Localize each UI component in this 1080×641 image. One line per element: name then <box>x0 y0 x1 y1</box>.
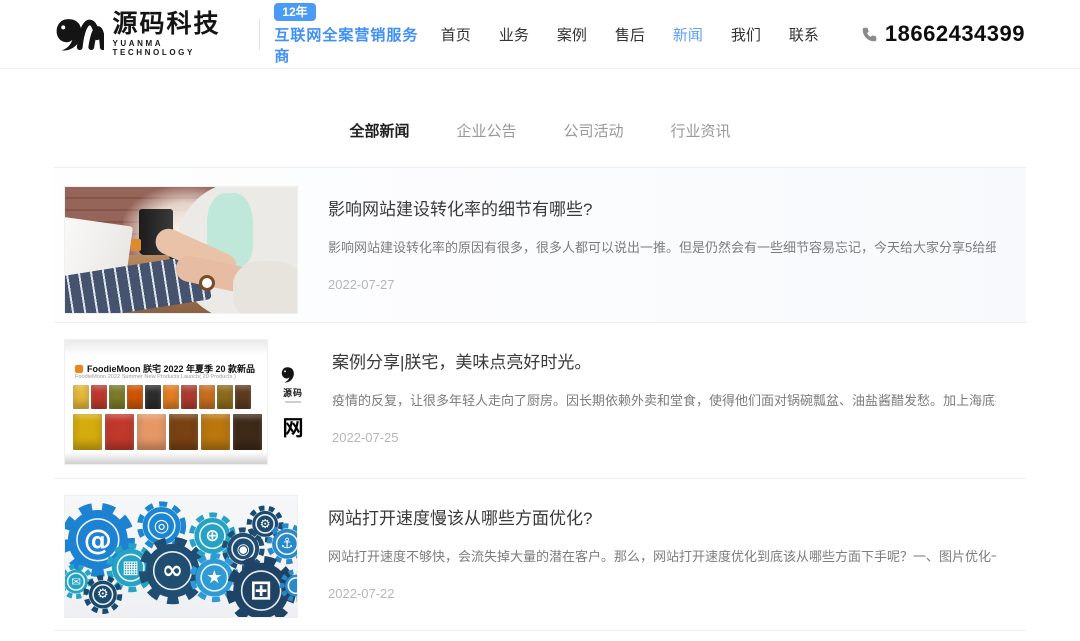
logo-text: 源码科技 YUANMA TECHNOLOGY <box>112 11 243 57</box>
news-list: 影响网站建设转化率的细节有哪些? 影响网站建设转化率的原因有很多，很多人都可以说… <box>54 167 1026 631</box>
phone-number[interactable]: 18662434399 <box>885 21 1025 47</box>
news-category-tabs: 全部新闻 企业公告 公司活动 行业资讯 <box>0 120 1080 141</box>
food-product-tile <box>145 385 161 409</box>
food-product-tile <box>127 385 143 409</box>
watermark-char: 网 <box>283 412 304 442</box>
news-date: 2022-07-25 <box>332 430 996 445</box>
food-product-tile <box>105 414 134 450</box>
gears-illustration: @ ◎ ▦ ∞ ⊕ ◉ ⚙ ⚓ ★ ⊞ ✉ ⚙ <box>65 496 297 617</box>
phone-icon <box>861 26 878 43</box>
food-product-tile <box>181 385 197 409</box>
news-thumbnail-foodiemoon[interactable]: FoodieMoon 朕宅 2022 年夏季 20 款新品 FoodieMoon… <box>64 339 268 465</box>
phone-block[interactable]: 18662434399 <box>861 21 1025 47</box>
tab-company-activity[interactable]: 公司活动 <box>564 120 624 141</box>
tab-all-news[interactable]: 全部新闻 <box>349 120 409 141</box>
news-body: 网站打开速度慢该从哪些方面优化? 网站打开速度不够快，会流失掉大量的潜在客户。那… <box>328 495 1026 630</box>
svg-text:◎: ◎ <box>154 515 170 536</box>
food-product-tile <box>73 414 102 450</box>
svg-text:∞: ∞ <box>162 556 183 586</box>
foodiemoon-brand-icon <box>75 365 83 373</box>
svg-text:@: @ <box>84 523 112 556</box>
food-product-tile <box>169 414 198 450</box>
news-title[interactable]: 影响网站建设转化率的细节有哪些? <box>328 198 996 222</box>
years-badge: 12年 <box>274 3 315 21</box>
food-product-tile <box>109 385 125 409</box>
main-nav: 首页 业务 案例 售后 新闻 我们 联系 <box>427 24 833 45</box>
svg-text:⊕: ⊕ <box>205 526 219 546</box>
food-product-row <box>73 414 262 450</box>
tab-industry-info[interactable]: 行业资讯 <box>671 120 731 141</box>
food-product-tile <box>199 385 215 409</box>
yuanma-logo-icon <box>55 14 104 54</box>
food-product-tile <box>233 414 262 450</box>
food-product-tile <box>201 414 230 450</box>
news-date: 2022-07-22 <box>328 586 996 601</box>
news-excerpt: 疫情的反复，让很多年轻人走向了厨房。因长期依赖外卖和堂食，使得他们面对锅碗瓢盆、… <box>332 390 996 409</box>
logo-link[interactable]: 源码科技 YUANMA TECHNOLOGY <box>55 11 243 57</box>
news-excerpt: 网站打开速度不够快，会流失掉大量的潜在客户。那么，网站打开速度优化到底该从哪些方… <box>328 546 996 565</box>
site-header: 源码科技 YUANMA TECHNOLOGY 12年 互联网全案营销服务商 首页… <box>0 0 1080 69</box>
news-title[interactable]: 网站打开速度慢该从哪些方面优化? <box>328 507 996 531</box>
news-title[interactable]: 案例分享|朕宅，美味点亮好时光。 <box>332 351 996 375</box>
svg-text:⚙: ⚙ <box>97 587 109 602</box>
tagline: 互联网全案营销服务商 <box>274 24 426 66</box>
nav-item-news[interactable]: 新闻 <box>673 24 703 45</box>
news-item-3[interactable]: @ ◎ ▦ ∞ ⊕ ◉ ⚙ ⚓ ★ ⊞ ✉ ⚙ 网站打开速度慢该从哪些方面优化? 网站打开速度不够快，… <box>54 479 1026 631</box>
news-excerpt: 影响网站建设转化率的原因有很多，很多人都可以说出一推。但是仍然会有一些细节容易忘… <box>328 237 996 256</box>
nav-item-business[interactable]: 业务 <box>499 24 529 45</box>
nav-item-cases[interactable]: 案例 <box>557 24 587 45</box>
food-product-tile <box>137 414 166 450</box>
food-product-tile <box>235 385 251 409</box>
news-item-1[interactable]: 影响网站建设转化率的细节有哪些? 影响网站建设转化率的原因有很多，很多人都可以说… <box>54 168 1026 323</box>
svg-text:⊞: ⊞ <box>250 575 272 606</box>
yuanma-logo-icon <box>281 365 305 384</box>
svg-text:★: ★ <box>206 567 222 588</box>
nav-item-aftersales[interactable]: 售后 <box>615 24 645 45</box>
news-body: 影响网站建设转化率的细节有哪些? 影响网站建设转化率的原因有很多，很多人都可以说… <box>328 186 1026 322</box>
food-product-tile <box>91 385 107 409</box>
news-thumbnail-laptop-photo[interactable] <box>64 186 298 314</box>
svg-text:◉: ◉ <box>237 540 250 558</box>
logo-cn: 源码科技 <box>112 11 243 37</box>
svg-text:✉: ✉ <box>71 575 81 589</box>
nav-item-home[interactable]: 首页 <box>441 24 471 45</box>
watermark-cn: 源码 <box>283 386 303 399</box>
svg-text:⚓: ⚓ <box>281 536 294 552</box>
nav-item-contact[interactable]: 联系 <box>789 24 819 45</box>
foodiemoon-subtitle: FoodieMoon 2022 Summer New Products Laun… <box>75 374 236 380</box>
svg-text:⚙: ⚙ <box>260 517 271 531</box>
yuanma-watermark: 源码 网 <box>276 365 310 478</box>
food-product-row <box>73 385 251 409</box>
svg-text:▦: ▦ <box>122 557 139 578</box>
nav-item-about[interactable]: 我们 <box>731 24 761 45</box>
watermark-rule <box>285 401 301 403</box>
food-product-tile <box>73 385 89 409</box>
slogan-block: 12年 互联网全案营销服务商 <box>274 3 426 66</box>
news-date: 2022-07-27 <box>328 277 996 292</box>
logo-divider <box>259 18 260 50</box>
food-product-tile <box>163 385 179 409</box>
logo-en: YUANMA TECHNOLOGY <box>112 39 243 57</box>
news-body: 案例分享|朕宅，美味点亮好时光。 疫情的反复，让很多年轻人走向了厨房。因长期依赖… <box>332 339 1026 478</box>
news-thumbnail-seo-gears[interactable]: @ ◎ ▦ ∞ ⊕ ◉ ⚙ ⚓ ★ ⊞ ✉ ⚙ <box>64 495 298 618</box>
news-item-2[interactable]: FoodieMoon 朕宅 2022 年夏季 20 款新品 FoodieMoon… <box>54 323 1026 479</box>
food-product-tile <box>217 385 233 409</box>
tab-company-notice[interactable]: 企业公告 <box>456 120 516 141</box>
